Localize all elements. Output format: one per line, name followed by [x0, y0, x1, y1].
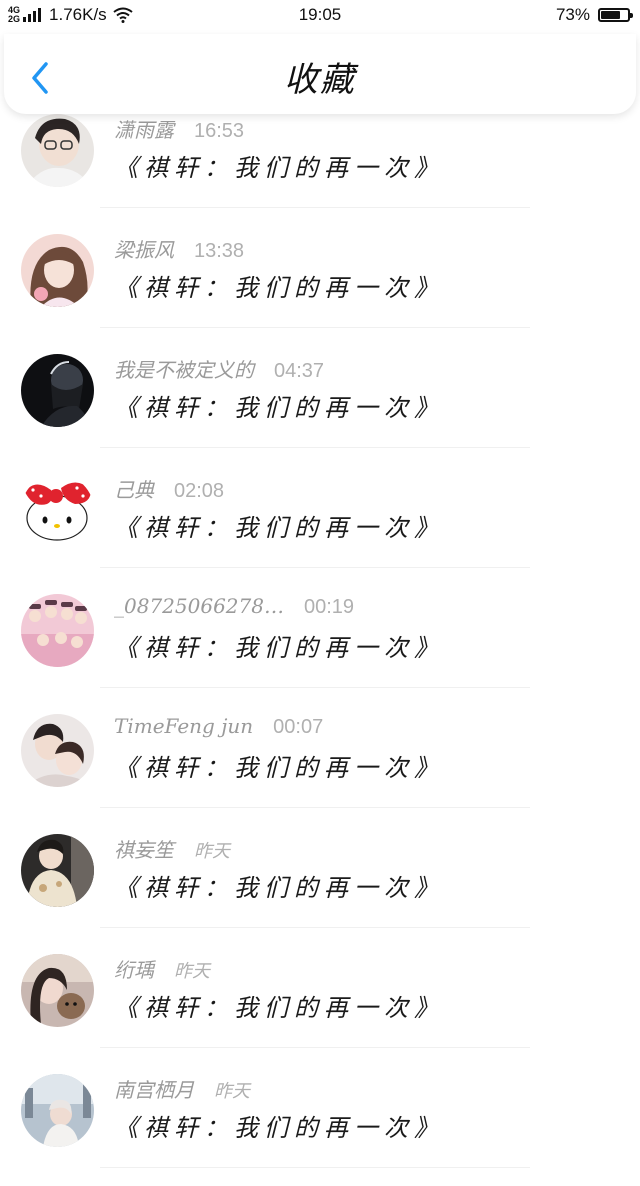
list-item[interactable]: 潇雨露 16:53 《祺轩：我们的再一次》: [0, 106, 640, 226]
divider: [100, 687, 530, 688]
divider: [100, 927, 530, 928]
user-name[interactable]: 祺妄笙: [114, 838, 174, 862]
story-title[interactable]: 《祺轩：我们的再一次》: [114, 388, 444, 423]
timestamp: 00:19: [303, 596, 355, 618]
story-title[interactable]: 《祺轩：我们的再一次》: [114, 628, 444, 663]
timestamp: 昨天: [174, 961, 210, 982]
nav-header: 收藏: [4, 34, 636, 114]
battery-percent: 73%: [555, 5, 590, 24]
item-meta: 潇雨露 16:53: [114, 114, 244, 143]
timestamp: 13:38: [194, 240, 245, 262]
page-title: 收藏: [284, 60, 356, 100]
timestamp: 04:37: [274, 360, 325, 382]
divider: [100, 207, 530, 208]
item-meta: 梁振风 13:38: [114, 234, 244, 263]
list-item[interactable]: 绗瑀 昨天《祺轩：我们的再一次》: [0, 946, 640, 1066]
item-meta: 祺妄笙 昨天: [114, 834, 230, 863]
item-meta: TimeFeng jun 00:07: [114, 714, 323, 739]
item-meta: 绗瑀 昨天: [114, 954, 210, 983]
avatar-boy-glasses[interactable]: [21, 114, 94, 187]
list-item[interactable]: 南宫栖月 昨天 《祺轩：我们的再一次》: [0, 1066, 640, 1186]
story-title[interactable]: 《祺轩：我们的再一次》: [114, 748, 444, 783]
user-name[interactable]: 潇雨露: [114, 118, 174, 142]
user-name[interactable]: 己典: [114, 478, 154, 502]
timestamp: 02:08: [174, 480, 225, 502]
avatar-hello-kitty[interactable]: [21, 474, 94, 547]
status-bar: 4G 2G 1.76K/s 19:05 73%: [0, 0, 640, 30]
divider: [100, 1047, 530, 1048]
list-item[interactable]: 祺妄笙 昨天《祺轩：我们的再一次》: [0, 826, 640, 946]
user-name[interactable]: 梁振风: [114, 238, 174, 262]
user-name[interactable]: TimeFeng jun: [114, 714, 253, 738]
divider: [100, 1167, 530, 1168]
battery-fill: [601, 11, 620, 19]
timestamp: 昨天: [214, 1081, 250, 1102]
user-name[interactable]: _08725066278…: [114, 594, 284, 618]
timestamp: 昨天: [194, 841, 230, 862]
divider: [100, 447, 530, 448]
avatar-boy-cream[interactable]: [21, 834, 94, 907]
avatar-girl-dog[interactable]: [21, 954, 94, 1027]
battery-icon: [598, 8, 633, 22]
timestamp: 16:53: [194, 120, 245, 142]
item-meta: 南宫栖月 昨天: [114, 1074, 250, 1103]
story-title[interactable]: 《祺轩：我们的再一次》: [114, 268, 444, 303]
user-name[interactable]: 南宫栖月: [114, 1078, 194, 1102]
story-title[interactable]: 《祺轩：我们的再一次》: [114, 868, 444, 903]
avatar-group-pink[interactable]: [21, 594, 94, 667]
status-time: 19:05: [298, 5, 342, 24]
list-item[interactable]: 我是不被定义的 04:37 《祺轩：我们的再一次》: [0, 346, 640, 466]
avatar-couple[interactable]: [21, 714, 94, 787]
list-item[interactable]: TimeFeng jun 00:07 《祺轩：我们的再一次》: [0, 706, 640, 826]
user-name[interactable]: 我是不被定义的: [114, 358, 254, 382]
list-item[interactable]: 梁振风 13:38 《祺轩：我们的再一次》: [0, 226, 640, 346]
story-title[interactable]: 《祺轩：我们的再一次》: [114, 508, 444, 543]
avatar-dark-silhouette[interactable]: [21, 354, 94, 427]
divider: [100, 567, 530, 568]
status-right: 73%: [555, 5, 633, 25]
timestamp: 00:07: [273, 716, 324, 738]
user-name[interactable]: 绗瑀: [114, 958, 154, 982]
divider: [100, 807, 530, 808]
list-item[interactable]: 己典 02:08 《祺轩：我们的再一次》: [0, 466, 640, 586]
story-title[interactable]: 《祺轩：我们的再一次》: [114, 988, 444, 1023]
avatar-street[interactable]: [21, 1074, 94, 1147]
divider: [100, 327, 530, 328]
story-title[interactable]: 《祺轩：我们的再一次》: [114, 148, 444, 183]
list-item[interactable]: _08725066278… 00:19 《祺轩：我们的再一次》: [0, 586, 640, 706]
item-meta: 己典 02:08: [114, 474, 224, 503]
item-meta: 我是不被定义的 04:37: [114, 354, 324, 383]
item-meta: _08725066278… 00:19: [114, 594, 354, 619]
avatar-girl-pink[interactable]: [21, 234, 94, 307]
